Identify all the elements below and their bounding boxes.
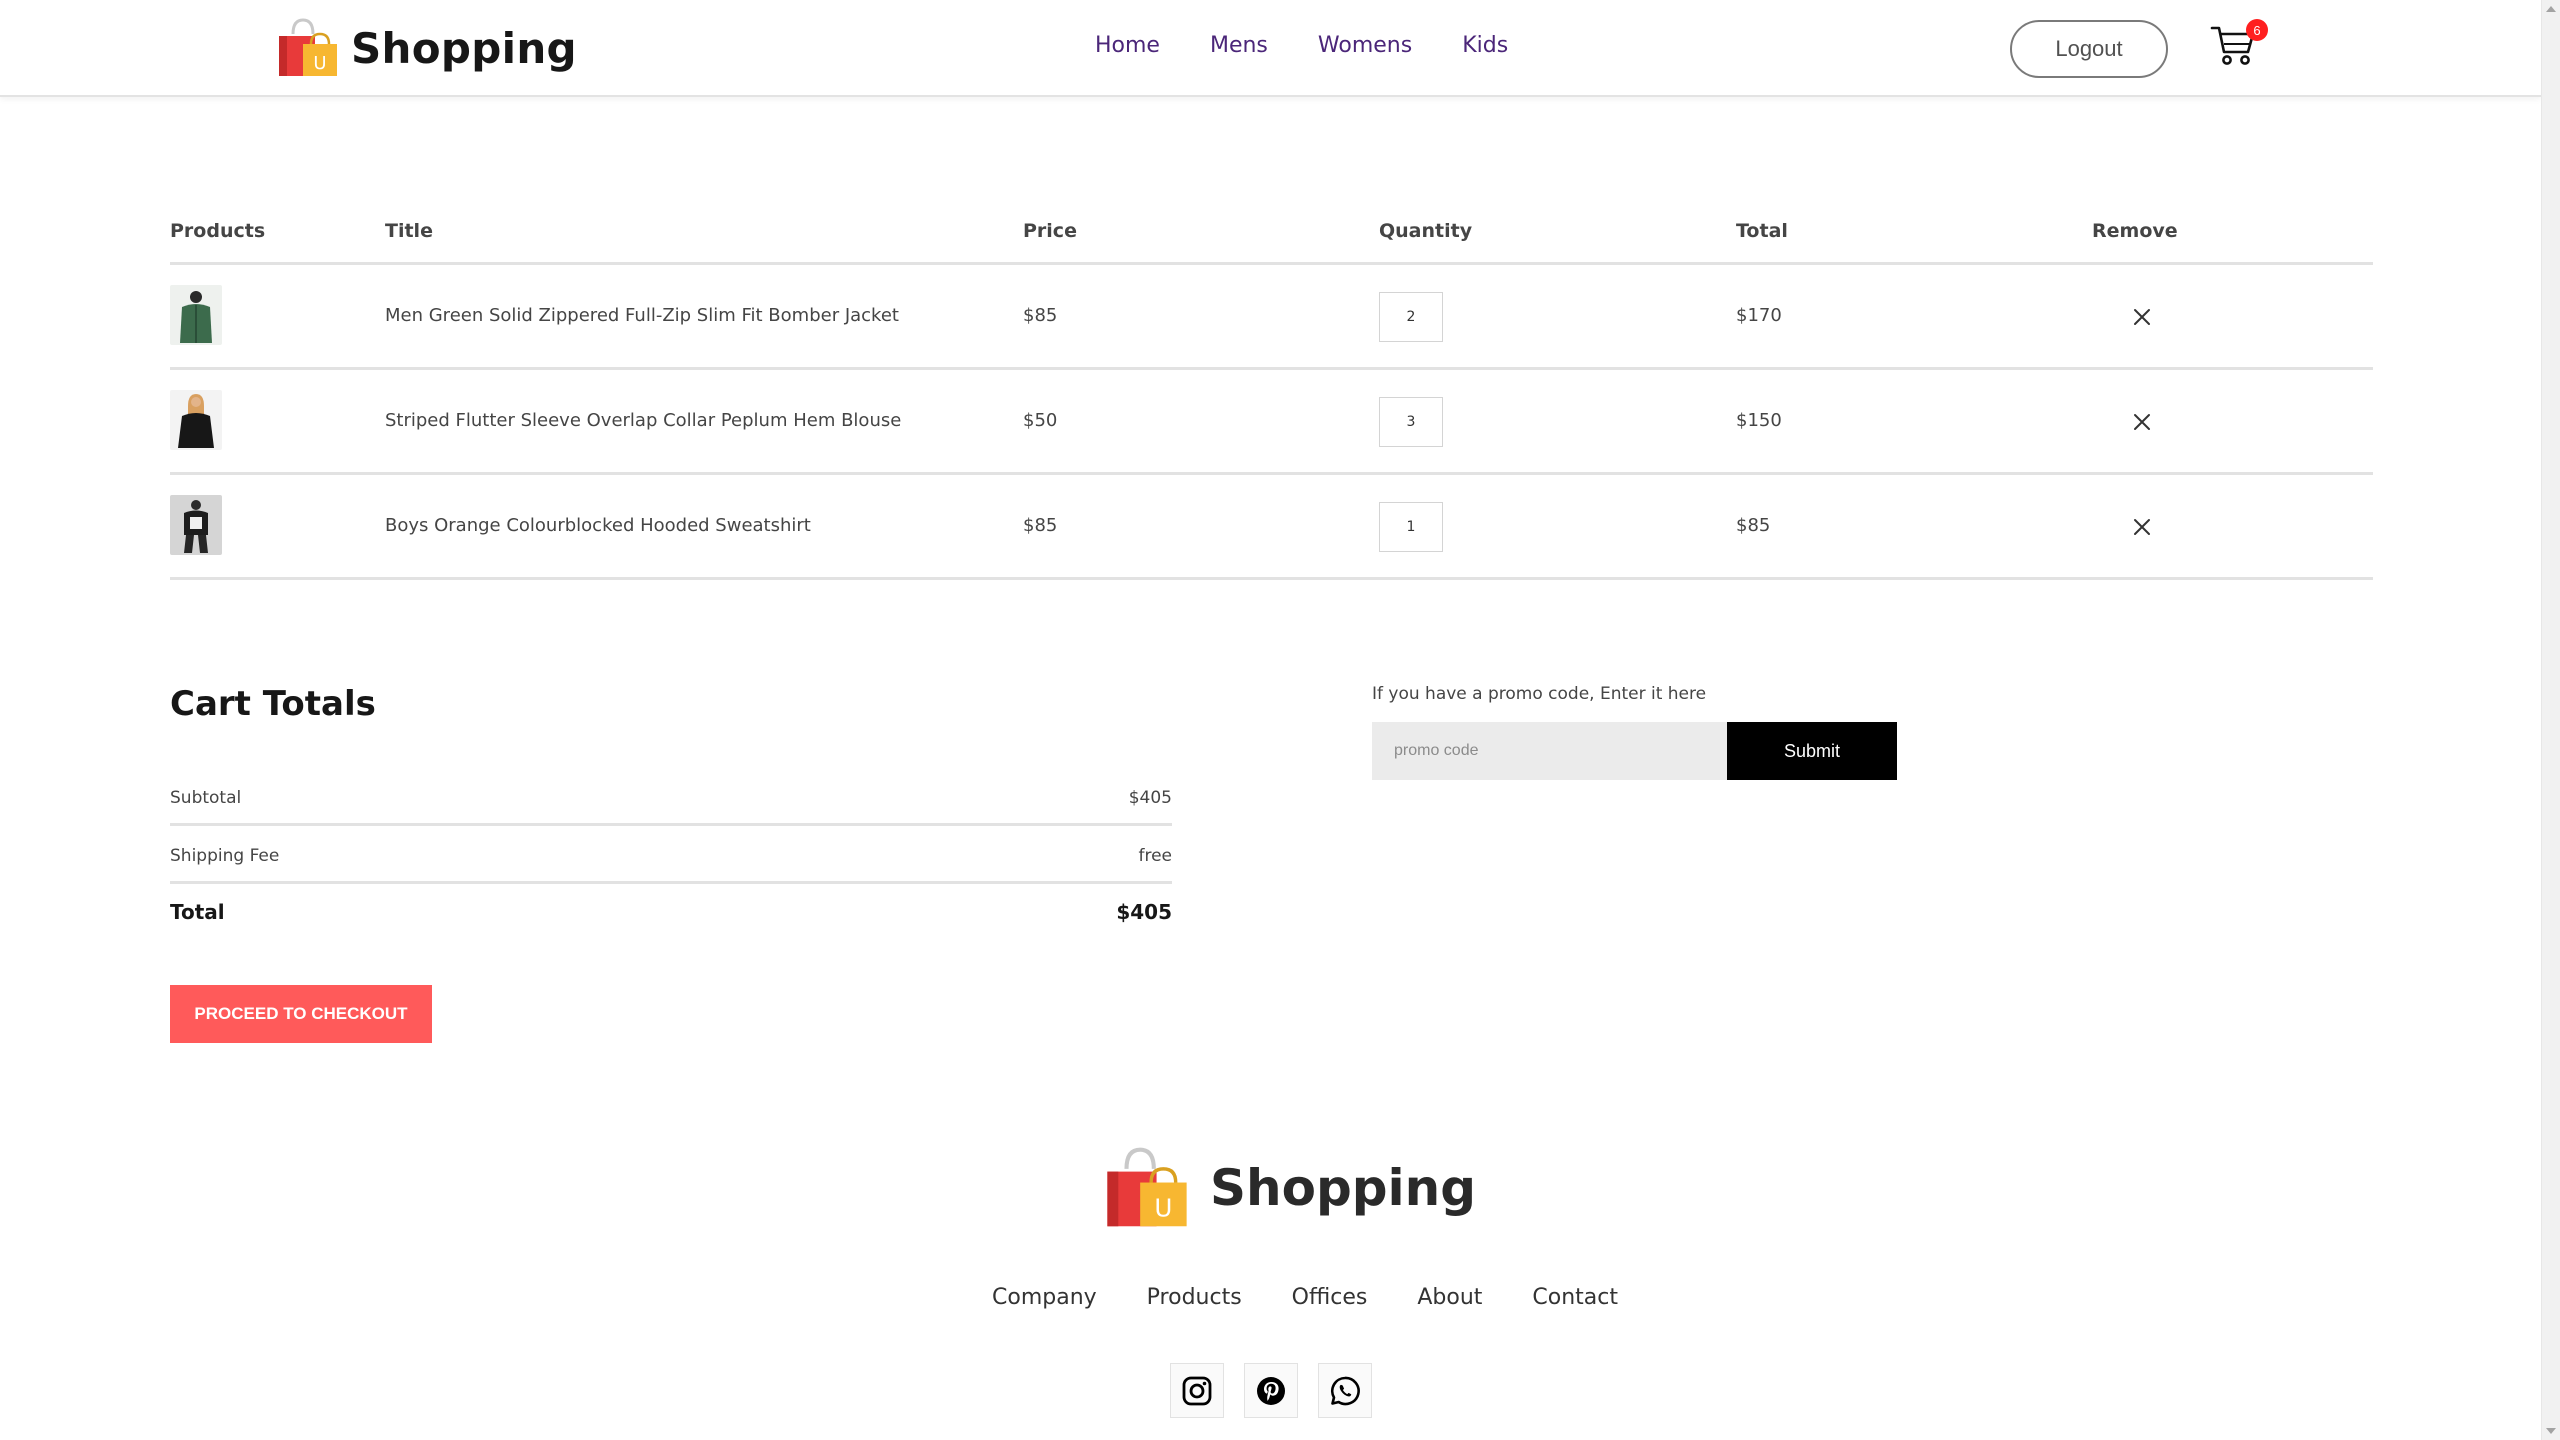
shopping-bag-logo-icon: U (1107, 1147, 1187, 1227)
pinterest-link[interactable] (1244, 1363, 1298, 1418)
svg-text:U: U (313, 53, 326, 74)
footer-link-about[interactable]: About (1417, 1285, 1482, 1310)
column-header-products: Products (170, 220, 266, 242)
cart-totals-title: Cart Totals (170, 684, 376, 724)
shopping-bag-logo-icon: U (279, 18, 337, 76)
column-header-price: Price (1023, 220, 1077, 242)
product-price: $50 (1023, 410, 1058, 431)
brand-name: Shopping (351, 23, 577, 73)
column-header-remove: Remove (2092, 220, 2178, 242)
brand-logo[interactable]: U Shopping (277, 18, 577, 78)
table-header: Products Title Price Quantity Total Remo… (170, 200, 2373, 265)
quantity-box[interactable]: 3 (1379, 397, 1443, 447)
product-thumbnail[interactable] (170, 390, 222, 450)
column-header-quantity: Quantity (1379, 220, 1473, 242)
footer-links: Company Products Offices About Contact (992, 1285, 1618, 1310)
remove-icon[interactable] (2130, 410, 2154, 434)
product-total: $150 (1736, 410, 1782, 431)
nav-item-womens[interactable]: Womens (1318, 33, 1412, 58)
footer-link-company[interactable]: Company (992, 1285, 1097, 1310)
footer-link-contact[interactable]: Contact (1532, 1285, 1618, 1310)
pinterest-icon (1257, 1376, 1285, 1405)
cart-count-badge: 6 (2246, 19, 2268, 41)
instagram-link[interactable] (1170, 1363, 1224, 1418)
footer-link-offices[interactable]: Offices (1292, 1285, 1368, 1310)
product-thumbnail[interactable] (170, 495, 222, 555)
product-total: $85 (1736, 515, 1771, 536)
vertical-scrollbar[interactable] (2541, 0, 2560, 1440)
column-header-total: Total (1736, 220, 1788, 242)
product-price: $85 (1023, 515, 1058, 536)
scroll-down-arrow-icon[interactable] (2546, 1428, 2556, 1434)
quantity-box[interactable]: 1 (1379, 502, 1443, 552)
navbar: U Shopping Home Mens Womens Kids Logout … (0, 0, 2541, 97)
footer-link-products[interactable]: Products (1147, 1285, 1242, 1310)
nav-item-mens[interactable]: Mens (1210, 33, 1268, 58)
shipping-fee-row: Shipping Fee free (170, 826, 1172, 884)
remove-icon[interactable] (2130, 515, 2154, 539)
nav-item-kids[interactable]: Kids (1462, 33, 1508, 58)
table-row: Boys Orange Colourblocked Hooded Sweatsh… (170, 475, 2373, 580)
product-thumbnail[interactable] (170, 285, 222, 345)
whatsapp-icon (1330, 1376, 1360, 1405)
product-title: Boys Orange Colourblocked Hooded Sweatsh… (385, 515, 811, 536)
subtotal-row: Subtotal $405 (170, 768, 1172, 826)
cart-table: Products Title Price Quantity Total Remo… (170, 200, 2373, 580)
footer-brand-name: Shopping (1210, 1159, 1477, 1217)
svg-text:U: U (1154, 1194, 1172, 1223)
proceed-to-checkout-button[interactable]: PROCEED TO CHECKOUT (170, 985, 432, 1043)
remove-icon[interactable] (2130, 305, 2154, 329)
promo-submit-button[interactable]: Submit (1727, 722, 1897, 780)
total-label: Total (170, 900, 225, 924)
promo-code-input[interactable] (1372, 722, 1727, 780)
product-price: $85 (1023, 305, 1058, 326)
footer-brand-logo[interactable]: U Shopping (1104, 1147, 1477, 1228)
whatsapp-link[interactable] (1318, 1363, 1372, 1418)
cart-page: U Shopping Home Mens Womens Kids Logout … (0, 0, 2560, 1440)
total-value: $405 (1116, 900, 1172, 924)
shipping-fee-label: Shipping Fee (170, 846, 280, 866)
main-nav: Home Mens Womens Kids (1095, 33, 1508, 58)
instagram-icon (1182, 1376, 1212, 1405)
product-title: Striped Flutter Sleeve Overlap Collar Pe… (385, 410, 902, 431)
shipping-fee-value: free (1138, 846, 1172, 866)
promo-code-label: If you have a promo code, Enter it here (1372, 684, 1707, 704)
product-total: $170 (1736, 305, 1782, 326)
table-row: Striped Flutter Sleeve Overlap Collar Pe… (170, 370, 2373, 475)
table-row: Men Green Solid Zippered Full-Zip Slim F… (170, 265, 2373, 370)
nav-item-home[interactable]: Home (1095, 33, 1160, 58)
scroll-up-arrow-icon[interactable] (2546, 6, 2556, 12)
subtotal-value: $405 (1128, 788, 1172, 808)
quantity-box[interactable]: 2 (1379, 292, 1443, 342)
subtotal-label: Subtotal (170, 788, 242, 808)
product-title: Men Green Solid Zippered Full-Zip Slim F… (385, 305, 899, 326)
column-header-title: Title (385, 220, 433, 242)
logout-button[interactable]: Logout (2010, 20, 2168, 78)
